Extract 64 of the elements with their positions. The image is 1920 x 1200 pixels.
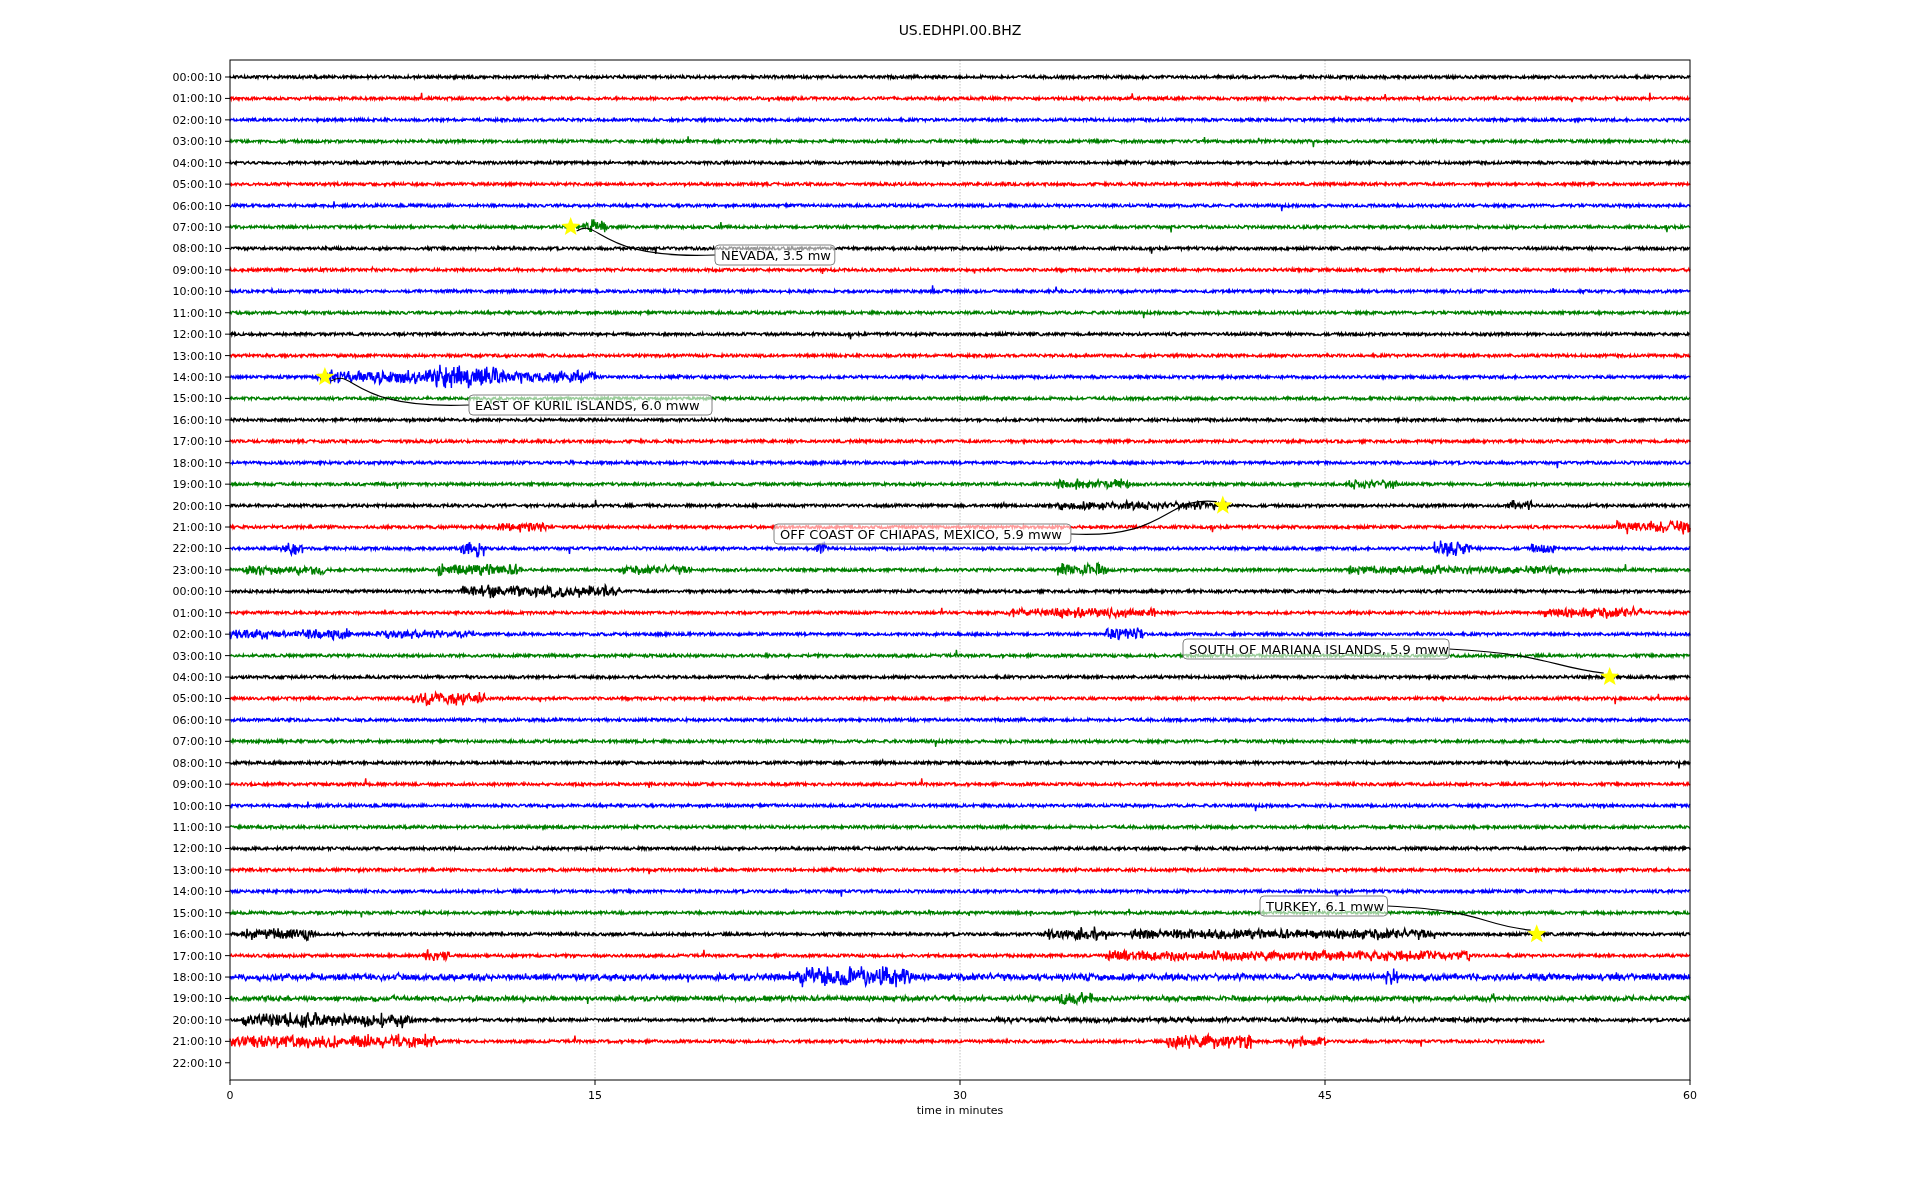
axis-tick-label: 10:00:10 (172, 285, 222, 299)
axis-tick-label: 07:00:10 (172, 735, 222, 749)
axis-tick-label: 14:00:10 (172, 371, 222, 384)
star-icon (315, 367, 335, 386)
axis-tick-label: 45 (1318, 1089, 1332, 1102)
axis-tick-label: 16:00:10 (172, 928, 222, 942)
axis-tick-label: 16:00:10 (172, 413, 222, 427)
axis-tick-label: 14:00:10 (172, 885, 222, 899)
axis-tick-label: 19:00:10 (172, 992, 222, 1006)
axis-tick-label: 23:00:10 (172, 563, 222, 577)
axis-tick-label: 08:00:10 (172, 756, 222, 770)
axis-tick-label: 02:00:10 (172, 628, 222, 642)
axis-tick-label: 11:00:10 (172, 306, 222, 320)
star-icon (561, 217, 581, 236)
axis-tick-label: 18:00:10 (172, 456, 222, 470)
axis-tick-label: 09:00:10 (172, 778, 222, 792)
axis-tick-label: 20:00:10 (172, 1013, 222, 1027)
axis-tick-label: 04:00:10 (172, 156, 222, 170)
axis-tick-label: 18:00:10 (172, 971, 222, 985)
axis-tick-label: 17:00:10 (172, 435, 222, 449)
star-icon (1527, 924, 1547, 943)
axis-tick-label: 11:00:10 (172, 821, 222, 835)
axis-label: time in minutes (916, 1104, 1004, 1117)
axis-tick-label: 08:00:10 (172, 242, 222, 256)
axis-tick-label: 15:00:10 (172, 392, 222, 406)
axis-tick-label: 05:00:10 (172, 178, 222, 192)
axis-tick-label: 00:00:10 (172, 585, 222, 599)
axis-tick-label: 05:00:10 (172, 692, 222, 706)
axis-tick-label: 13:00:10 (172, 863, 222, 877)
axis-tick-label: 01:00:10 (172, 606, 222, 620)
axis-tick-label: 07:00:10 (172, 221, 222, 234)
axis-tick-label: 04:00:10 (172, 671, 222, 685)
axis-tick-label: 02:00:10 (172, 113, 222, 127)
axis-tick-label: 60 (1683, 1089, 1697, 1102)
star-icon (1600, 667, 1620, 686)
annotation-label: EAST OF KURIL ISLANDS, 6.0 mww (468, 394, 713, 416)
axis-tick-label: 17:00:10 (172, 949, 222, 963)
axis-tick-label: 10:00:10 (172, 799, 222, 813)
axis-tick-label: 12:00:10 (172, 328, 222, 342)
axis-tick-label: 03:00:10 (172, 649, 222, 663)
annotation-label: NEVADA, 3.5 mw (714, 244, 836, 266)
axis-tick-label: 01:00:10 (172, 92, 222, 106)
axis-tick-label: 03:00:10 (172, 135, 222, 149)
axis-tick-label: 20:00:10 (172, 499, 222, 513)
axis-tick-label: 15:00:10 (172, 906, 222, 920)
axis-tick-label: 15 (588, 1089, 602, 1102)
star-icon (1213, 495, 1233, 514)
axis-tick-label: 12:00:10 (172, 842, 222, 856)
annotation-label: SOUTH OF MARIANA ISLANDS, 5.9 mww (1182, 638, 1450, 660)
axis-tick-label: 13:00:10 (172, 349, 222, 363)
axis-tick-label: 30 (953, 1089, 967, 1102)
annotation-label: OFF COAST OF CHIAPAS, MEXICO, 5.9 mww (773, 523, 1072, 545)
axis-tick-label: 06:00:10 (172, 199, 222, 213)
axis-tick-label: 22:00:10 (172, 542, 222, 556)
axis-tick-label: 09:00:10 (172, 263, 222, 277)
axis-tick-label: 00:00:10 (172, 71, 222, 84)
axis-tick-label: 21:00:10 (172, 521, 222, 535)
chart-title: US.EDHPI.00.BHZ (898, 22, 1022, 38)
axis-tick-label: 06:00:10 (172, 713, 222, 727)
axis-tick-label: 21:00:10 (172, 1035, 222, 1049)
axis-tick-label: 22:00:10 (172, 1056, 222, 1070)
axis-tick-label: 19:00:10 (172, 478, 222, 492)
axis-tick-label: 0 (226, 1089, 234, 1102)
annotation-label: TURKEY, 6.1 mww (1259, 895, 1388, 917)
